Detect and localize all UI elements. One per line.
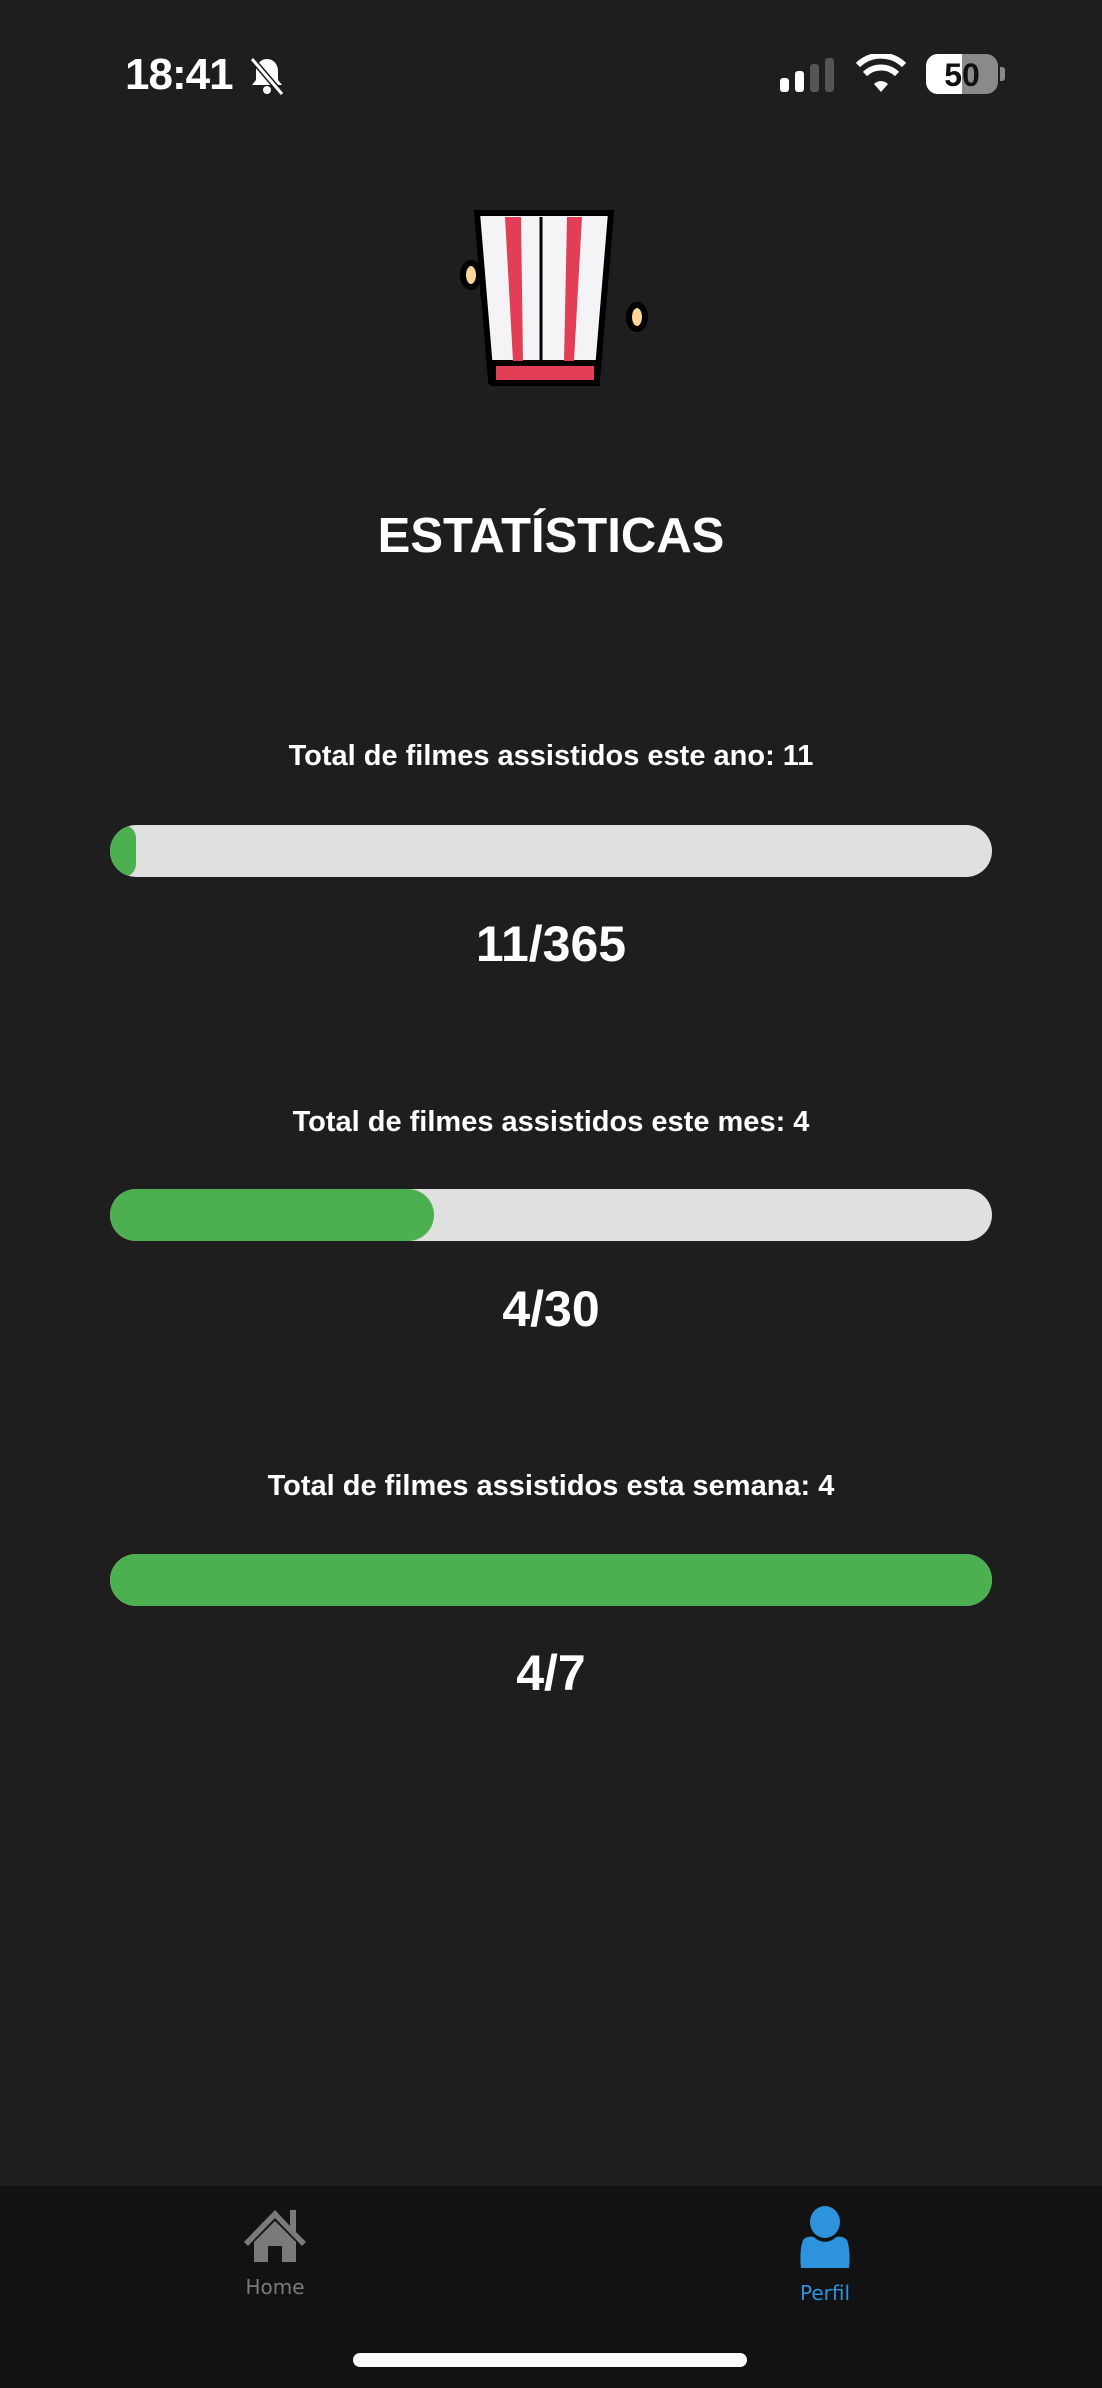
battery-tip [1000, 67, 1005, 81]
wifi-icon [855, 52, 907, 99]
battery-icon: 50 [926, 54, 998, 94]
progress-bar-year [110, 825, 992, 877]
person-icon [797, 2206, 853, 2272]
stat-fraction-week: 4/7 [516, 1645, 586, 1701]
progress-bar-week [110, 1554, 992, 1606]
progress-fill [110, 1554, 992, 1606]
home-indicator[interactable] [353, 2353, 747, 2367]
tab-perfil[interactable]: Perfil [725, 2206, 925, 2305]
tab-label: Perfil [799, 2281, 851, 2305]
status-time: 18:41 [125, 50, 234, 99]
stat-fraction-year: 11/365 [475, 916, 627, 972]
progress-fill [110, 825, 137, 877]
home-icon [242, 2210, 308, 2266]
progress-fill [110, 1189, 434, 1241]
progress-bar-month [110, 1189, 992, 1241]
popcorn-icon [449, 183, 655, 394]
page-title: ESTATÍSTICAS [377, 509, 725, 563]
stat-label-year: Total de filmes assistidos este ano: 11 [288, 740, 814, 772]
stat-label-month: Total de filmes assistidos este mes: 4 [292, 1106, 810, 1138]
tab-label: Home [245, 2275, 305, 2299]
bell-slash-icon [248, 56, 286, 101]
stat-fraction-month: 4/30 [502, 1281, 600, 1337]
stat-label-week: Total de filmes assistidos esta semana: … [267, 1470, 835, 1502]
signal-icon [780, 58, 838, 97]
battery-level: 50 [944, 57, 980, 93]
tab-home[interactable]: Home [175, 2206, 375, 2299]
